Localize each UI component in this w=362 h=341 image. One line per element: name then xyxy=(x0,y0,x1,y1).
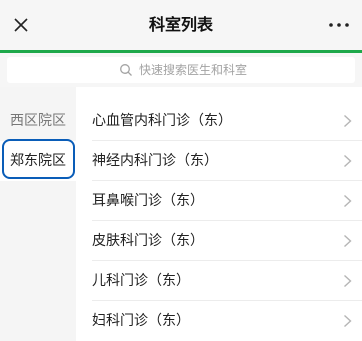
chevron-right-icon xyxy=(344,274,352,288)
search-placeholder: 快速搜索医生和科室 xyxy=(139,63,248,77)
department-row[interactable]: 皮肤科门诊（东） xyxy=(76,221,362,261)
search-input[interactable]: 快速搜索医生和科室 xyxy=(7,57,355,83)
department-label: 儿科门诊（东） xyxy=(92,273,190,289)
chevron-right-icon xyxy=(344,194,352,208)
department-label: 妇科门诊（东） xyxy=(92,313,190,329)
campus-sidebar: 西区院区 郑东院区 xyxy=(0,87,76,341)
chevron-right-icon xyxy=(344,314,352,328)
department-row[interactable]: 神经内科门诊（东） xyxy=(76,141,362,181)
page-title: 科室列表 xyxy=(148,15,213,34)
search-bar: 快速搜索医生和科室 xyxy=(0,53,362,87)
title-bar: 科室列表 xyxy=(0,0,362,50)
selection-highlight xyxy=(2,139,75,179)
chevron-right-icon xyxy=(344,114,352,128)
chevron-right-icon xyxy=(344,234,352,248)
department-row[interactable]: 妇科门诊（东） xyxy=(76,301,362,341)
search-icon xyxy=(120,64,132,76)
department-row[interactable]: 耳鼻喉门诊（东） xyxy=(76,181,362,221)
department-label: 皮肤科门诊（东） xyxy=(92,233,204,249)
more-icon[interactable] xyxy=(326,14,352,36)
close-icon[interactable] xyxy=(10,14,32,36)
department-label: 心血管内科门诊（东） xyxy=(92,113,232,129)
sidebar-item-west-campus[interactable]: 西区院区 xyxy=(0,101,76,141)
department-row[interactable]: 儿科门诊（东） xyxy=(76,261,362,301)
department-label: 神经内科门诊（东） xyxy=(92,153,218,169)
chevron-right-icon xyxy=(344,154,352,168)
department-row[interactable]: 心血管内科门诊（东） xyxy=(76,101,362,141)
department-label: 耳鼻喉门诊（东） xyxy=(92,193,204,209)
department-list-page: 科室列表 快速搜索医生和科室 西区院区 郑东院区 心血管内科门诊（东） 神经内科… xyxy=(0,0,362,341)
